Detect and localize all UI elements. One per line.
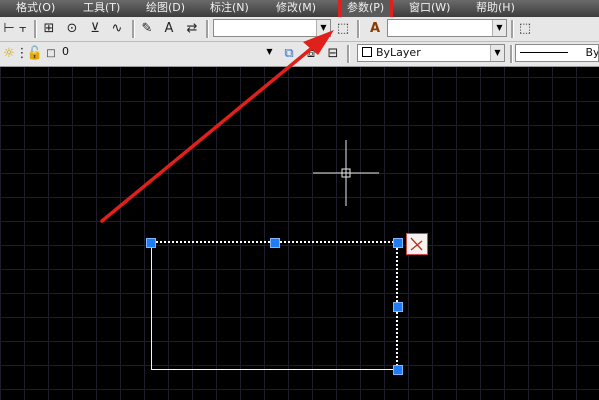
crosshair-cursor-icon [313, 140, 379, 206]
drawing-area[interactable] [0, 67, 599, 400]
text-style-icon[interactable]: A [366, 19, 384, 38]
menu-tools[interactable]: 工具(T) [83, 0, 120, 17]
dim-style-manager-icon[interactable]: ⬚ [334, 19, 352, 38]
dim-baseline-icon[interactable]: ⫟ [14, 19, 32, 38]
grip-handle[interactable] [146, 238, 156, 248]
layer-name: 0 [62, 45, 69, 58]
menu-format[interactable]: 格式(O) [16, 0, 55, 17]
toolbar-separator [132, 20, 135, 38]
rect-left-edge[interactable] [151, 243, 152, 370]
grip-handle[interactable] [393, 365, 403, 375]
dim-edit-icon[interactable]: ✎ [138, 19, 156, 38]
layer-combo-dropdown[interactable]: ▼ [262, 44, 276, 62]
toolbar-separator [206, 20, 209, 38]
menu-bar: 格式(O) 工具(T) 绘图(D) 标注(N) 修改(M) 参数(P) 窗口(W… [0, 0, 599, 20]
toolbar-separator [511, 20, 514, 38]
color-combo[interactable]: ByLayer ▼ [357, 44, 505, 62]
tolerance-icon[interactable]: ⊞ [40, 19, 58, 38]
make-object-layer-current-icon[interactable]: ⧉ [280, 44, 298, 63]
dim-style-combo[interactable]: ▼ [213, 19, 331, 37]
toolbar-separator [510, 45, 513, 63]
toolbar-separator [34, 20, 37, 38]
menu-modify[interactable]: 修改(M) [276, 0, 316, 17]
chevron-down-icon[interactable]: ▼ [492, 20, 506, 36]
dim-update-icon[interactable]: ⇄ [183, 19, 201, 38]
text-style-combo[interactable]: ▼ [387, 19, 507, 37]
chevron-down-icon[interactable]: ▼ [316, 20, 330, 36]
dim-style-icon[interactable]: ⬚ [516, 19, 534, 38]
linetype-combo[interactable]: ByL [515, 44, 599, 62]
layer-previous-icon[interactable]: ⧈ [302, 44, 320, 63]
layers-toolbar: ☼ ⋮ 🔓 □ 0 ▼ ⧉ ⧈ ⊟ ByLayer ▼ ByL [0, 42, 599, 67]
linetype-sample [520, 52, 568, 53]
menu-window[interactable]: 窗口(W) [409, 0, 450, 17]
menu-draw[interactable]: 绘图(D) [146, 0, 185, 17]
color-swatch [362, 47, 372, 57]
dimension-toolbar: ⊢ ⫟ ⊞ ⊙ ⊻ ∿ ✎ A ⇄ ▼ ⬚ A ▼ ⬚ [0, 17, 599, 42]
inspection-icon[interactable]: ⊻ [86, 19, 104, 38]
color-combo-value: ByLayer [376, 46, 421, 59]
linetype-combo-value: ByL [585, 46, 599, 59]
dim-text-edit-icon[interactable]: A [160, 19, 178, 38]
grip-handle[interactable] [393, 302, 403, 312]
menu-dimension[interactable]: 标注(N) [210, 0, 249, 17]
toolbar-separator [347, 45, 350, 63]
grip-handle[interactable] [393, 238, 403, 248]
grip-handle[interactable] [270, 238, 280, 248]
toolbar-separator [357, 20, 360, 38]
perpendicular-constraint-icon[interactable] [406, 233, 428, 255]
jogged-linear-icon[interactable]: ∿ [108, 19, 126, 38]
layer-combo[interactable]: 0 [58, 44, 275, 62]
rect-bottom-edge[interactable] [151, 369, 398, 370]
center-mark-icon[interactable]: ⊙ [63, 19, 81, 38]
menu-help[interactable]: 帮助(H) [476, 0, 515, 17]
layer-states-icon[interactable]: ⊟ [324, 44, 342, 63]
chevron-down-icon[interactable]: ▼ [263, 44, 276, 60]
chevron-down-icon[interactable]: ▼ [490, 45, 504, 61]
